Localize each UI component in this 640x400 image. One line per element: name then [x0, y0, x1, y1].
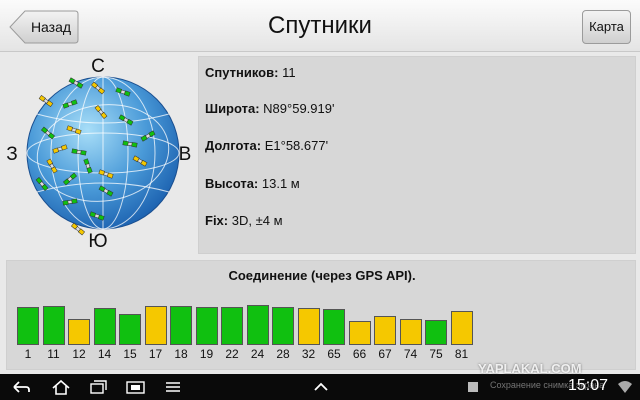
- fix-label: Fix:: [205, 213, 229, 228]
- back-button[interactable]: Назад: [9, 10, 79, 44]
- compass-west: З: [6, 144, 18, 165]
- signal-bar-22: [221, 307, 243, 345]
- altitude-value: 13.1 м: [261, 176, 300, 191]
- signal-bar-label: 18: [174, 347, 188, 361]
- satellites-count-row: Спутников: 11: [205, 65, 296, 80]
- signal-bar-65: [323, 309, 345, 345]
- notification-icon: [468, 382, 478, 392]
- latitude-label: Широта:: [205, 101, 260, 116]
- signal-bar-74: [399, 319, 422, 345]
- compass-south: Ю: [88, 231, 108, 252]
- gps-info-panel: Спутников: 11 Широта: N89°59.919' Долгот…: [198, 56, 636, 254]
- app-header: Назад Спутники Карта: [0, 0, 640, 52]
- signal-strength-panel: Соединение (через GPS API). 1 11 12 14 15 17 1…: [6, 260, 636, 370]
- signal-bar-24: [246, 305, 269, 345]
- screenshot-icon[interactable]: [124, 378, 148, 396]
- page-title: Спутники: [268, 12, 372, 39]
- signal-bar-32: [297, 308, 320, 345]
- altitude-row: Высота: 13.1 м: [205, 176, 300, 191]
- signal-bar-1: [17, 307, 39, 345]
- signal-bar-28: [272, 307, 294, 345]
- signal-bar-label: 1: [24, 347, 32, 361]
- signal-bar-label: 19: [199, 347, 214, 361]
- signal-bar-67: [374, 316, 396, 345]
- fix-value: 3D, ±4 м: [231, 213, 283, 228]
- signal-bar-75: [425, 320, 447, 345]
- signal-bar-label: 81: [454, 347, 469, 361]
- latitude-value: N89°59.919': [263, 101, 335, 116]
- signal-bar-15: [119, 314, 141, 345]
- wifi-icon: [618, 381, 632, 393]
- compass-east: В: [178, 144, 192, 165]
- signal-bar-66: [348, 321, 371, 345]
- map-button[interactable]: Карта: [582, 10, 631, 44]
- signal-bar-19: [195, 307, 218, 345]
- globe-svg: [26, 76, 180, 236]
- system-navigation-bar: YAPLAKAL.COM Сохранение снимка экрана 15…: [0, 361, 640, 400]
- signal-bar-label: 11: [47, 347, 60, 361]
- signal-bar-label: 66: [352, 347, 367, 361]
- satellite-sky-view: С Ю З В: [0, 54, 196, 256]
- back-button-label: Назад: [30, 19, 72, 35]
- chevron-up-icon[interactable]: [310, 378, 332, 396]
- signal-bar-81: [450, 311, 473, 345]
- menu-icon[interactable]: [162, 378, 184, 396]
- signal-bar-11: [42, 306, 65, 345]
- latitude-row: Широта: N89°59.919': [205, 101, 334, 116]
- signal-bar-17: [144, 306, 167, 345]
- signal-bar-label: 15: [123, 347, 137, 361]
- signal-bar-14: [93, 308, 116, 345]
- signal-bar-label: 17: [148, 347, 163, 361]
- home-nav-icon[interactable]: [50, 378, 72, 396]
- signal-bar-label: 74: [403, 347, 418, 361]
- satellites-count-label: Спутников:: [205, 65, 279, 80]
- signal-bars: 1 11 12 14 15 17 18 19 22 24 28 32 65 66 67 74 75 81: [7, 261, 637, 371]
- signal-bar-label: 28: [276, 347, 290, 361]
- recent-apps-icon[interactable]: [88, 378, 110, 396]
- fix-row: Fix: 3D, ±4 м: [205, 213, 283, 228]
- signal-bar-label: 12: [72, 347, 86, 361]
- signal-bar-label: 67: [378, 347, 392, 361]
- back-nav-icon[interactable]: [10, 378, 32, 396]
- longitude-value: E1°58.677': [264, 138, 329, 153]
- satellites-count-value: 11: [282, 65, 296, 80]
- signal-bar-label: 24: [250, 347, 265, 361]
- altitude-label: Высота:: [205, 176, 259, 191]
- signal-bar-18: [170, 306, 192, 345]
- longitude-row: Долгота: E1°58.677': [205, 138, 328, 153]
- signal-bar-label: 14: [97, 347, 112, 361]
- system-clock: 15:07: [568, 377, 609, 394]
- signal-bar-label: 65: [327, 347, 341, 361]
- signal-bar-label: 22: [225, 347, 239, 361]
- signal-bar-label: 75: [429, 347, 443, 361]
- longitude-label: Долгота:: [205, 138, 262, 153]
- watermark-logo: YAPLAKAL.COM: [478, 361, 582, 376]
- signal-bar-label: 32: [301, 347, 316, 361]
- signal-bar-12: [68, 319, 90, 345]
- compass-north: С: [91, 56, 105, 77]
